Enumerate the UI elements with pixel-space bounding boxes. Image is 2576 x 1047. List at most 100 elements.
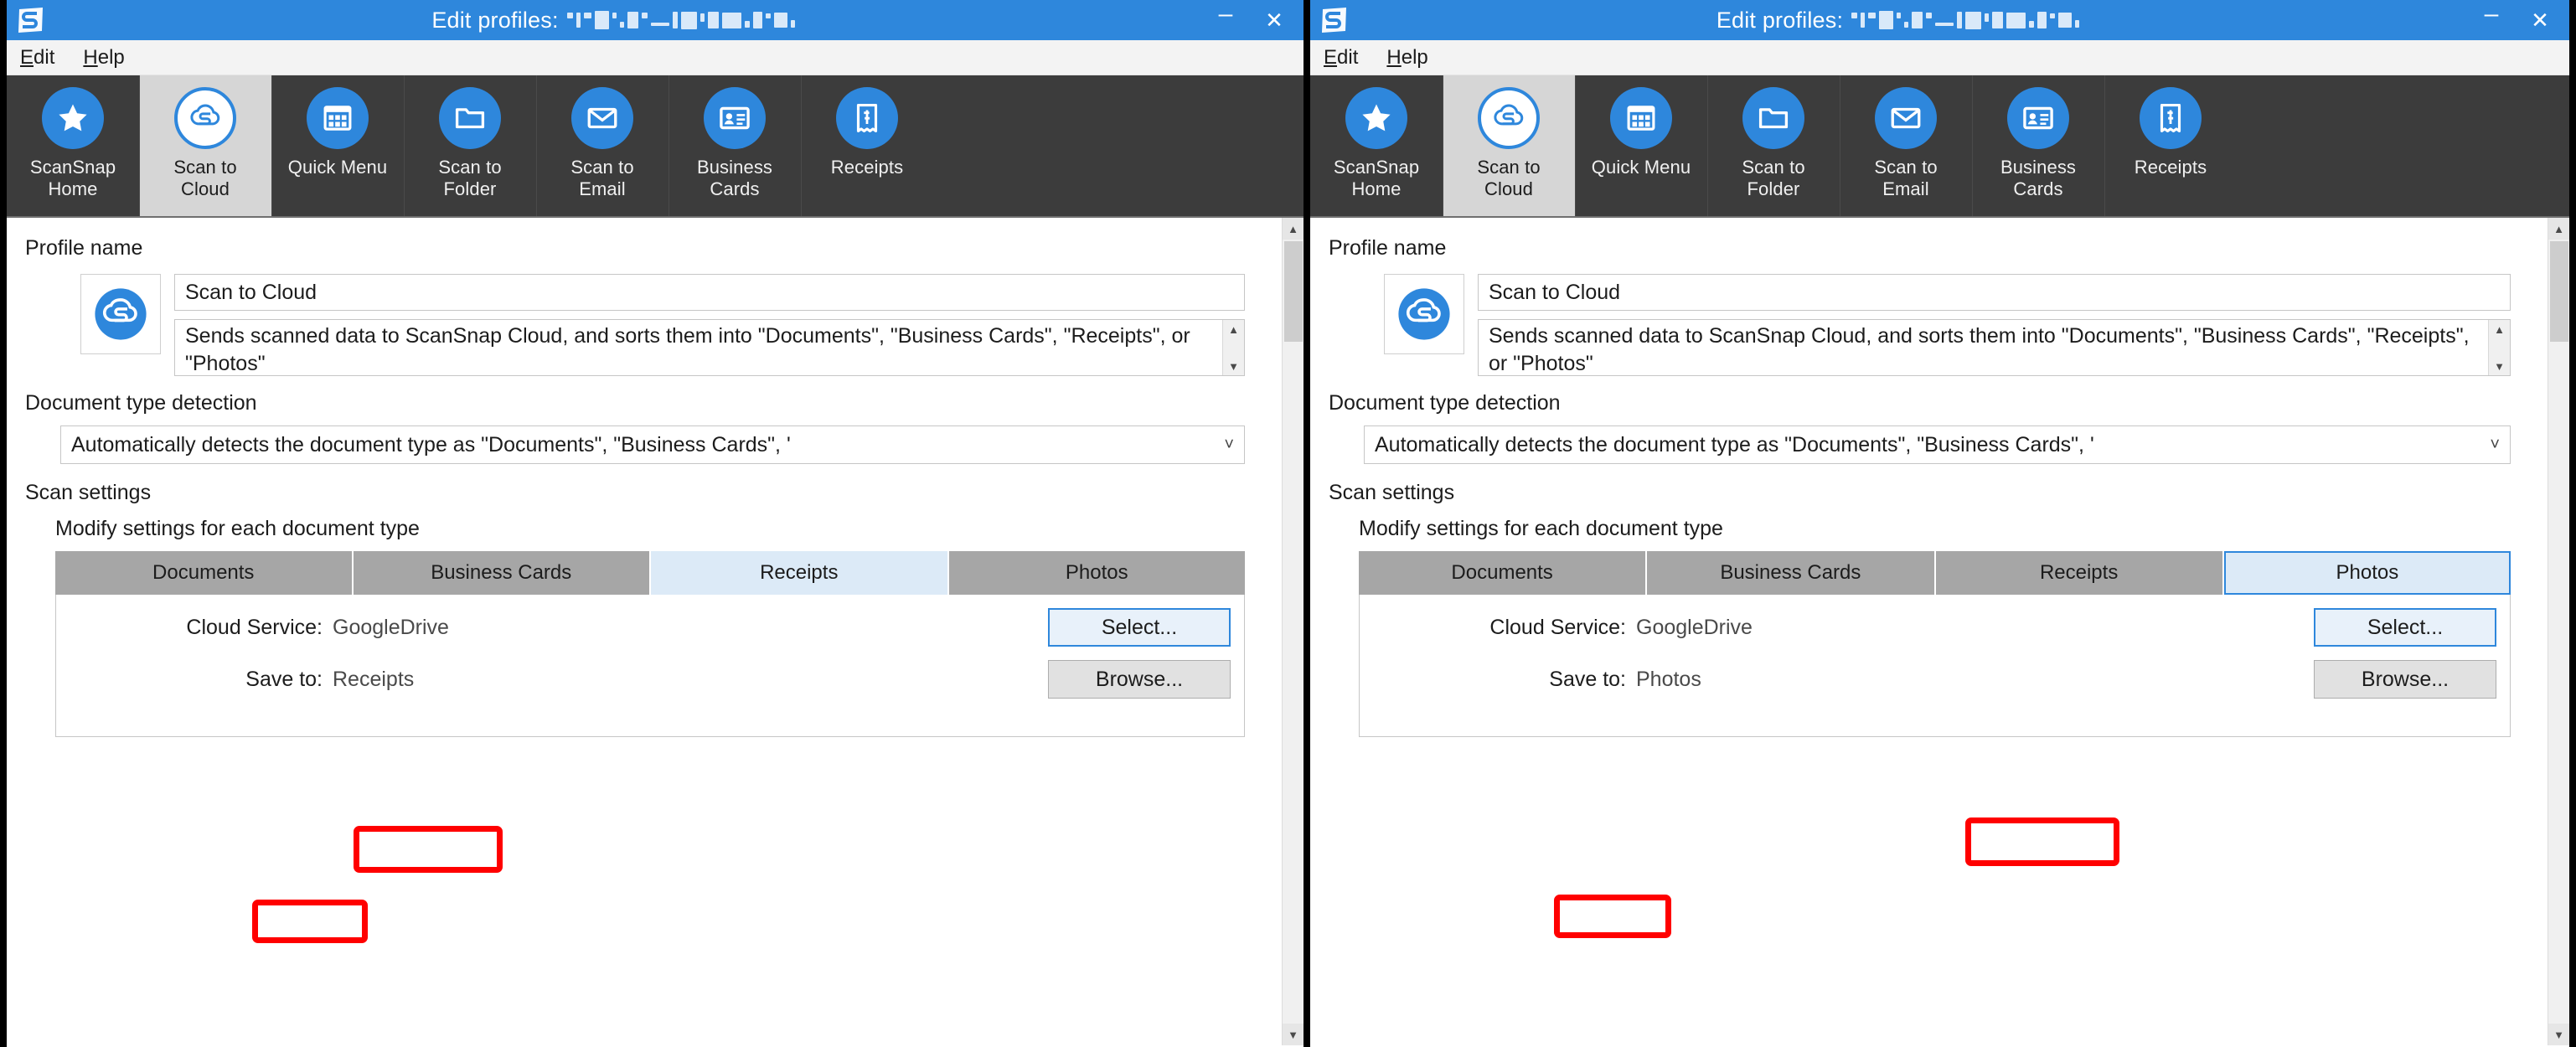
toolbar-label-line2: Folder — [1747, 178, 1800, 199]
window-controls: – ✕ — [1201, 0, 1303, 40]
toolbar-item-receipts[interactable]: Receipts — [2104, 75, 2237, 216]
tab-business-cards[interactable]: Business Cards — [1647, 551, 1936, 595]
toolbar-label-line2: Home — [48, 178, 98, 199]
window-title: Edit profiles: — [1344, 8, 2452, 34]
toolbar-item-business-cards[interactable]: Business Cards — [1972, 75, 2104, 216]
tab-photos[interactable]: Photos — [2223, 551, 2511, 595]
scrollbar-thumb[interactable] — [2549, 241, 2568, 342]
profile-name-input[interactable]: Scan to Cloud — [174, 274, 1245, 311]
toolbar-label-line1: Receipts — [830, 157, 904, 178]
menu-item-help[interactable]: Help — [1386, 46, 1427, 70]
window-title-text: Edit profiles: — [1716, 7, 1844, 33]
description-scrollbar[interactable]: ▲ ▼ — [1222, 320, 1244, 375]
toolbar-item-quick-menu[interactable]: Quick Menu — [1575, 75, 1707, 216]
toolbar-item-quick-menu[interactable]: Quick Menu — [271, 75, 404, 216]
form-scrollbar[interactable]: ▲ ▼ — [2548, 218, 2569, 1045]
close-button[interactable]: ✕ — [2516, 0, 2564, 40]
toolbar-item-scan-to-folder[interactable]: Scan to Folder — [1707, 75, 1840, 216]
profile-icon-scansnap-cloud-icon — [1384, 274, 1464, 354]
scroll-up-icon[interactable]: ▲ — [2548, 218, 2569, 240]
profile-form: Profile name Scan to Cloud Sends scanned… — [7, 218, 1282, 1045]
toolbar-item-scan-to-folder[interactable]: Scan to Folder — [404, 75, 536, 216]
scroll-up-icon[interactable]: ▲ — [1282, 218, 1303, 240]
folder-icon — [439, 87, 501, 149]
description-scrollbar[interactable]: ▲ ▼ — [2488, 320, 2510, 375]
star-icon — [42, 87, 104, 149]
profile-name-input[interactable]: Scan to Cloud — [1478, 274, 2511, 311]
menu-item-edit-mnemonic: E — [20, 45, 34, 69]
profile-toolbar: ScanSnap Home Scan to Cloud Quick Menu S… — [1310, 75, 2569, 218]
toolbar-label: ScanSnap Home — [30, 157, 116, 200]
window-title-text: Edit profiles: — [431, 7, 559, 33]
title-bar: Edit profiles: – ✕ — [1310, 0, 2569, 40]
tab-documents[interactable]: Documents — [1359, 551, 1648, 595]
toolbar-item-scansnap-home[interactable]: ScanSnap Home — [7, 75, 139, 216]
receipt-icon — [2140, 87, 2202, 149]
browse-button[interactable]: Browse... — [1048, 660, 1231, 699]
document-type-select[interactable]: Automatically detects the document type … — [60, 426, 1245, 464]
menu-bar: Edit Help — [1310, 40, 2569, 75]
select-button[interactable]: Select... — [2314, 608, 2496, 647]
menu-item-edit[interactable]: Edit — [20, 46, 54, 70]
menu-item-edit[interactable]: Edit — [1324, 46, 1358, 70]
tab-receipts[interactable]: Receipts — [651, 551, 949, 595]
browse-button[interactable]: Browse... — [2314, 660, 2496, 699]
menu-item-edit-rest: dit — [1337, 45, 1359, 69]
toolbar-label: ScanSnap Home — [1334, 157, 1419, 200]
toolbar-label-line1: Scan to — [1874, 157, 1938, 178]
menu-item-help-mnemonic: H — [83, 45, 98, 69]
document-type-select-wrap: Automatically detects the document type … — [1310, 415, 2548, 464]
profile-form: Profile name Scan to Cloud Sends scanned… — [1310, 218, 2548, 1045]
profile-description-field[interactable]: Sends scanned data to ScanSnap Cloud, an… — [174, 319, 1245, 376]
scansnap-cloud-icon — [1478, 87, 1540, 149]
toolbar-label: Scan to Email — [1874, 157, 1937, 200]
save-to-value: Photos — [1636, 667, 1701, 691]
toolbar-label: Scan to Folder — [438, 157, 501, 200]
profile-description-text: Sends scanned data to ScanSnap Cloud, an… — [185, 324, 1190, 375]
chevron-down-icon[interactable]: ˅ — [1217, 436, 1234, 455]
profile-description-text: Sends scanned data to ScanSnap Cloud, an… — [1489, 324, 2470, 375]
document-type-select-wrap: Automatically detects the document type … — [7, 415, 1282, 464]
document-type-select[interactable]: Automatically detects the document type … — [1364, 426, 2511, 464]
minimize-button[interactable]: – — [1201, 0, 1250, 40]
form-scrollbar[interactable]: ▲ ▼ — [1282, 218, 1303, 1045]
toolbar-label: Business Cards — [697, 157, 772, 200]
scroll-down-icon[interactable]: ▼ — [1223, 357, 1244, 375]
toolbar-item-business-cards[interactable]: Business Cards — [669, 75, 801, 216]
scroll-up-icon[interactable]: ▲ — [2489, 320, 2510, 338]
tab-receipts[interactable]: Receipts — [1935, 551, 2224, 595]
scroll-down-icon[interactable]: ▼ — [2548, 1024, 2569, 1045]
minimize-button[interactable]: – — [2467, 0, 2516, 40]
scrollbar-thumb[interactable] — [1283, 241, 1303, 342]
chevron-down-icon[interactable]: ˅ — [2483, 436, 2500, 455]
profile-row: Scan to Cloud Sends scanned data to Scan… — [7, 260, 1282, 376]
select-button[interactable]: Select... — [1048, 608, 1231, 647]
toolbar-item-scansnap-home[interactable]: ScanSnap Home — [1310, 75, 1443, 216]
save-to-label: Save to: — [1549, 667, 1626, 691]
menu-item-edit-rest: dit — [34, 45, 55, 69]
toolbar-item-receipts[interactable]: Receipts — [801, 75, 933, 216]
close-button[interactable]: ✕ — [1250, 0, 1298, 40]
tab-business-cards[interactable]: Business Cards — [353, 551, 651, 595]
toolbar-item-scan-to-cloud[interactable]: Scan to Cloud — [139, 75, 271, 216]
profile-icon-scansnap-cloud-icon — [80, 274, 161, 354]
menu-item-help[interactable]: Help — [83, 46, 124, 70]
menu-item-help-rest: elp — [1401, 45, 1428, 69]
tab-documents[interactable]: Documents — [55, 551, 354, 595]
scroll-down-icon[interactable]: ▼ — [2489, 357, 2510, 375]
toolbar-label-line1: Scan to — [570, 157, 634, 178]
toolbar-item-scan-to-cloud[interactable]: Scan to Cloud — [1443, 75, 1575, 216]
business-card-icon — [704, 87, 766, 149]
profile-description-field[interactable]: Sends scanned data to ScanSnap Cloud, an… — [1478, 319, 2511, 376]
toolbar-label-line2: Cloud — [181, 178, 230, 199]
toolbar-item-scan-to-email[interactable]: Scan to Email — [1840, 75, 1972, 216]
scroll-up-icon[interactable]: ▲ — [1223, 320, 1244, 338]
tab-photos[interactable]: Photos — [948, 551, 1245, 595]
toolbar-label-line1: Quick Menu — [1591, 157, 1691, 178]
toolbar-item-scan-to-email[interactable]: Scan to Email — [536, 75, 669, 216]
edit-profiles-window-right: Edit profiles: – ✕ Edit Help ScanSnap Ho… — [1310, 0, 2569, 1047]
scroll-down-icon[interactable]: ▼ — [1282, 1024, 1303, 1045]
document-type-value: Automatically detects the document type … — [71, 432, 791, 456]
envelope-icon — [1875, 87, 1937, 149]
redacted-title-blocks — [1851, 9, 2080, 31]
